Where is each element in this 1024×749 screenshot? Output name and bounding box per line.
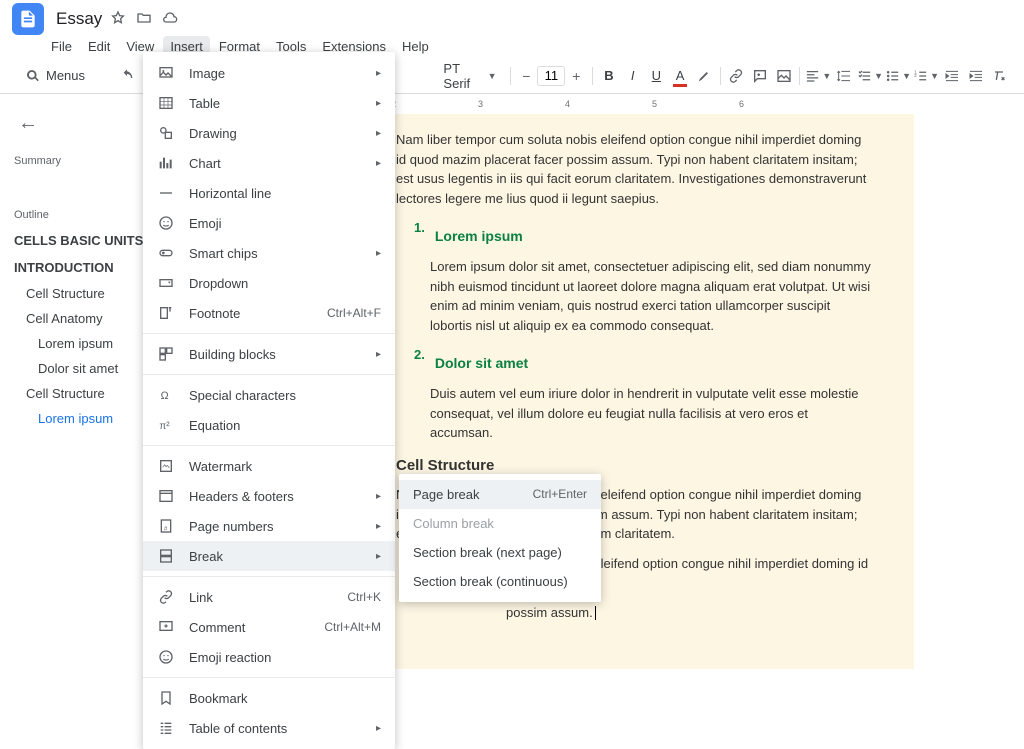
insert-menu-emoji[interactable]: Emoji — [143, 208, 395, 238]
menu-edit[interactable]: Edit — [81, 36, 117, 57]
line-spacing-button[interactable] — [833, 63, 855, 89]
insert-menu-table[interactable]: Table▸ — [143, 88, 395, 118]
font-size-decrease[interactable]: − — [515, 65, 537, 87]
special-icon: Ω — [157, 386, 175, 404]
toc-icon — [157, 719, 175, 737]
bookmark-icon — [157, 689, 175, 707]
insert-menu-headers-footers[interactable]: Headers & footers▸ — [143, 481, 395, 511]
insert-menu-smart-chips[interactable]: Smart chips▸ — [143, 238, 395, 268]
table-icon — [157, 94, 175, 112]
insert-menu-table-of-contents[interactable]: Table of contents▸ — [143, 713, 395, 743]
dropdown-icon — [157, 274, 175, 292]
heading-3[interactable]: Dolor sit amet — [435, 353, 528, 374]
submenu-arrow-icon: ▸ — [376, 491, 381, 502]
submenu-arrow-icon: ▸ — [376, 723, 381, 734]
move-icon[interactable] — [136, 10, 152, 29]
insert-menu-break[interactable]: Break▸ — [143, 541, 395, 571]
paragraph[interactable]: Duis autem vel eum iriure dolor in hendr… — [430, 384, 872, 443]
submenu-arrow-icon: ▸ — [376, 68, 381, 79]
watermark-icon — [157, 457, 175, 475]
indent-decrease-button[interactable] — [941, 63, 963, 89]
add-comment-button[interactable] — [749, 63, 771, 89]
insert-menu-page-numbers[interactable]: #Page numbers▸ — [143, 511, 395, 541]
insert-menu-chart[interactable]: Chart▸ — [143, 148, 395, 178]
insert-link-button[interactable] — [725, 63, 747, 89]
submenu-arrow-icon: ▸ — [376, 98, 381, 109]
pagenum-icon: # — [157, 517, 175, 535]
search-menus[interactable]: Menus — [14, 64, 97, 87]
bold-button[interactable]: B — [598, 63, 620, 89]
chart-icon — [157, 154, 175, 172]
underline-button[interactable]: U — [646, 63, 668, 89]
svg-text:2: 2 — [914, 73, 917, 78]
insert-menu-equation[interactable]: π²Equation — [143, 410, 395, 440]
emoji-icon — [157, 214, 175, 232]
numbered-list-button[interactable]: 12▼ — [913, 63, 939, 89]
font-select[interactable]: PT Serif▼ — [435, 59, 504, 93]
headers-icon — [157, 487, 175, 505]
chips-icon — [157, 244, 175, 262]
insert-menu-link[interactable]: LinkCtrl+K — [143, 582, 395, 612]
break-icon — [157, 547, 175, 565]
submenu-arrow-icon: ▸ — [376, 521, 381, 532]
paragraph[interactable]: Nam liber tempor cum soluta nobis eleife… — [396, 130, 872, 208]
star-icon[interactable] — [110, 10, 126, 29]
comment-icon — [157, 618, 175, 636]
svg-text:π²: π² — [159, 421, 170, 432]
submenu-arrow-icon: ▸ — [376, 248, 381, 259]
insert-menu-footnote[interactable]: FootnoteCtrl+Alt+F — [143, 298, 395, 328]
submenu-arrow-icon: ▸ — [376, 158, 381, 169]
blocks-icon — [157, 345, 175, 363]
image-icon — [157, 64, 175, 82]
break-submenu: Page breakCtrl+EnterColumn breakSection … — [399, 474, 601, 602]
equation-icon: π² — [157, 416, 175, 434]
italic-button[interactable]: I — [622, 63, 644, 89]
break-option-section-break-continuous-[interactable]: Section break (continuous) — [399, 567, 601, 596]
document-title[interactable]: Essay — [56, 9, 102, 29]
paragraph[interactable]: Lorem ipsum dolor sit amet, consectetuer… — [430, 257, 872, 335]
submenu-arrow-icon: ▸ — [376, 551, 381, 562]
hr-icon — [157, 184, 175, 202]
cloud-status-icon[interactable] — [162, 10, 178, 29]
bullet-list-button[interactable]: ▼ — [885, 63, 911, 89]
clear-formatting-button[interactable] — [988, 63, 1010, 89]
drawing-icon — [157, 124, 175, 142]
svg-text:Ω: Ω — [161, 390, 169, 402]
menus-label: Menus — [46, 68, 85, 83]
break-option-section-break-next-page-[interactable]: Section break (next page) — [399, 538, 601, 567]
insert-menu-bookmark[interactable]: Bookmark — [143, 683, 395, 713]
insert-menu-dropdown: Image▸Table▸Drawing▸Chart▸Horizontal lin… — [143, 52, 395, 749]
break-option-column-break: Column break — [399, 509, 601, 538]
docs-app-icon[interactable] — [12, 3, 44, 35]
insert-menu-building-blocks[interactable]: Building blocks▸ — [143, 339, 395, 369]
insert-menu-horizontal-line[interactable]: Horizontal line — [143, 178, 395, 208]
submenu-arrow-icon: ▸ — [376, 349, 381, 360]
footnote-icon — [157, 304, 175, 322]
insert-menu-image[interactable]: Image▸ — [143, 58, 395, 88]
link-icon — [157, 588, 175, 606]
paragraph[interactable]: possim assum. — [396, 603, 872, 623]
highlight-button[interactable] — [693, 63, 715, 89]
insert-menu-drawing[interactable]: Drawing▸ — [143, 118, 395, 148]
insert-menu-special-characters[interactable]: ΩSpecial characters — [143, 380, 395, 410]
text-color-button[interactable]: A — [669, 63, 691, 89]
insert-menu-emoji-reaction[interactable]: Emoji reaction — [143, 642, 395, 672]
indent-increase-button[interactable] — [965, 63, 987, 89]
break-option-page-break[interactable]: Page breakCtrl+Enter — [399, 480, 601, 509]
insert-image-button[interactable] — [773, 63, 795, 89]
menu-file[interactable]: File — [44, 36, 79, 57]
emoji-icon — [157, 648, 175, 666]
menu-help[interactable]: Help — [395, 36, 436, 57]
insert-menu-dropdown[interactable]: Dropdown — [143, 268, 395, 298]
font-size-increase[interactable]: + — [565, 65, 587, 87]
insert-menu-comment[interactable]: CommentCtrl+Alt+M — [143, 612, 395, 642]
heading-3[interactable]: Lorem ipsum — [435, 226, 523, 247]
font-size-input[interactable] — [537, 66, 565, 86]
align-button[interactable]: ▼ — [805, 63, 831, 89]
checklist-button[interactable]: ▼ — [857, 63, 883, 89]
insert-menu-watermark[interactable]: Watermark — [143, 451, 395, 481]
text-cursor — [595, 606, 596, 620]
undo-button[interactable] — [116, 63, 138, 89]
submenu-arrow-icon: ▸ — [376, 128, 381, 139]
